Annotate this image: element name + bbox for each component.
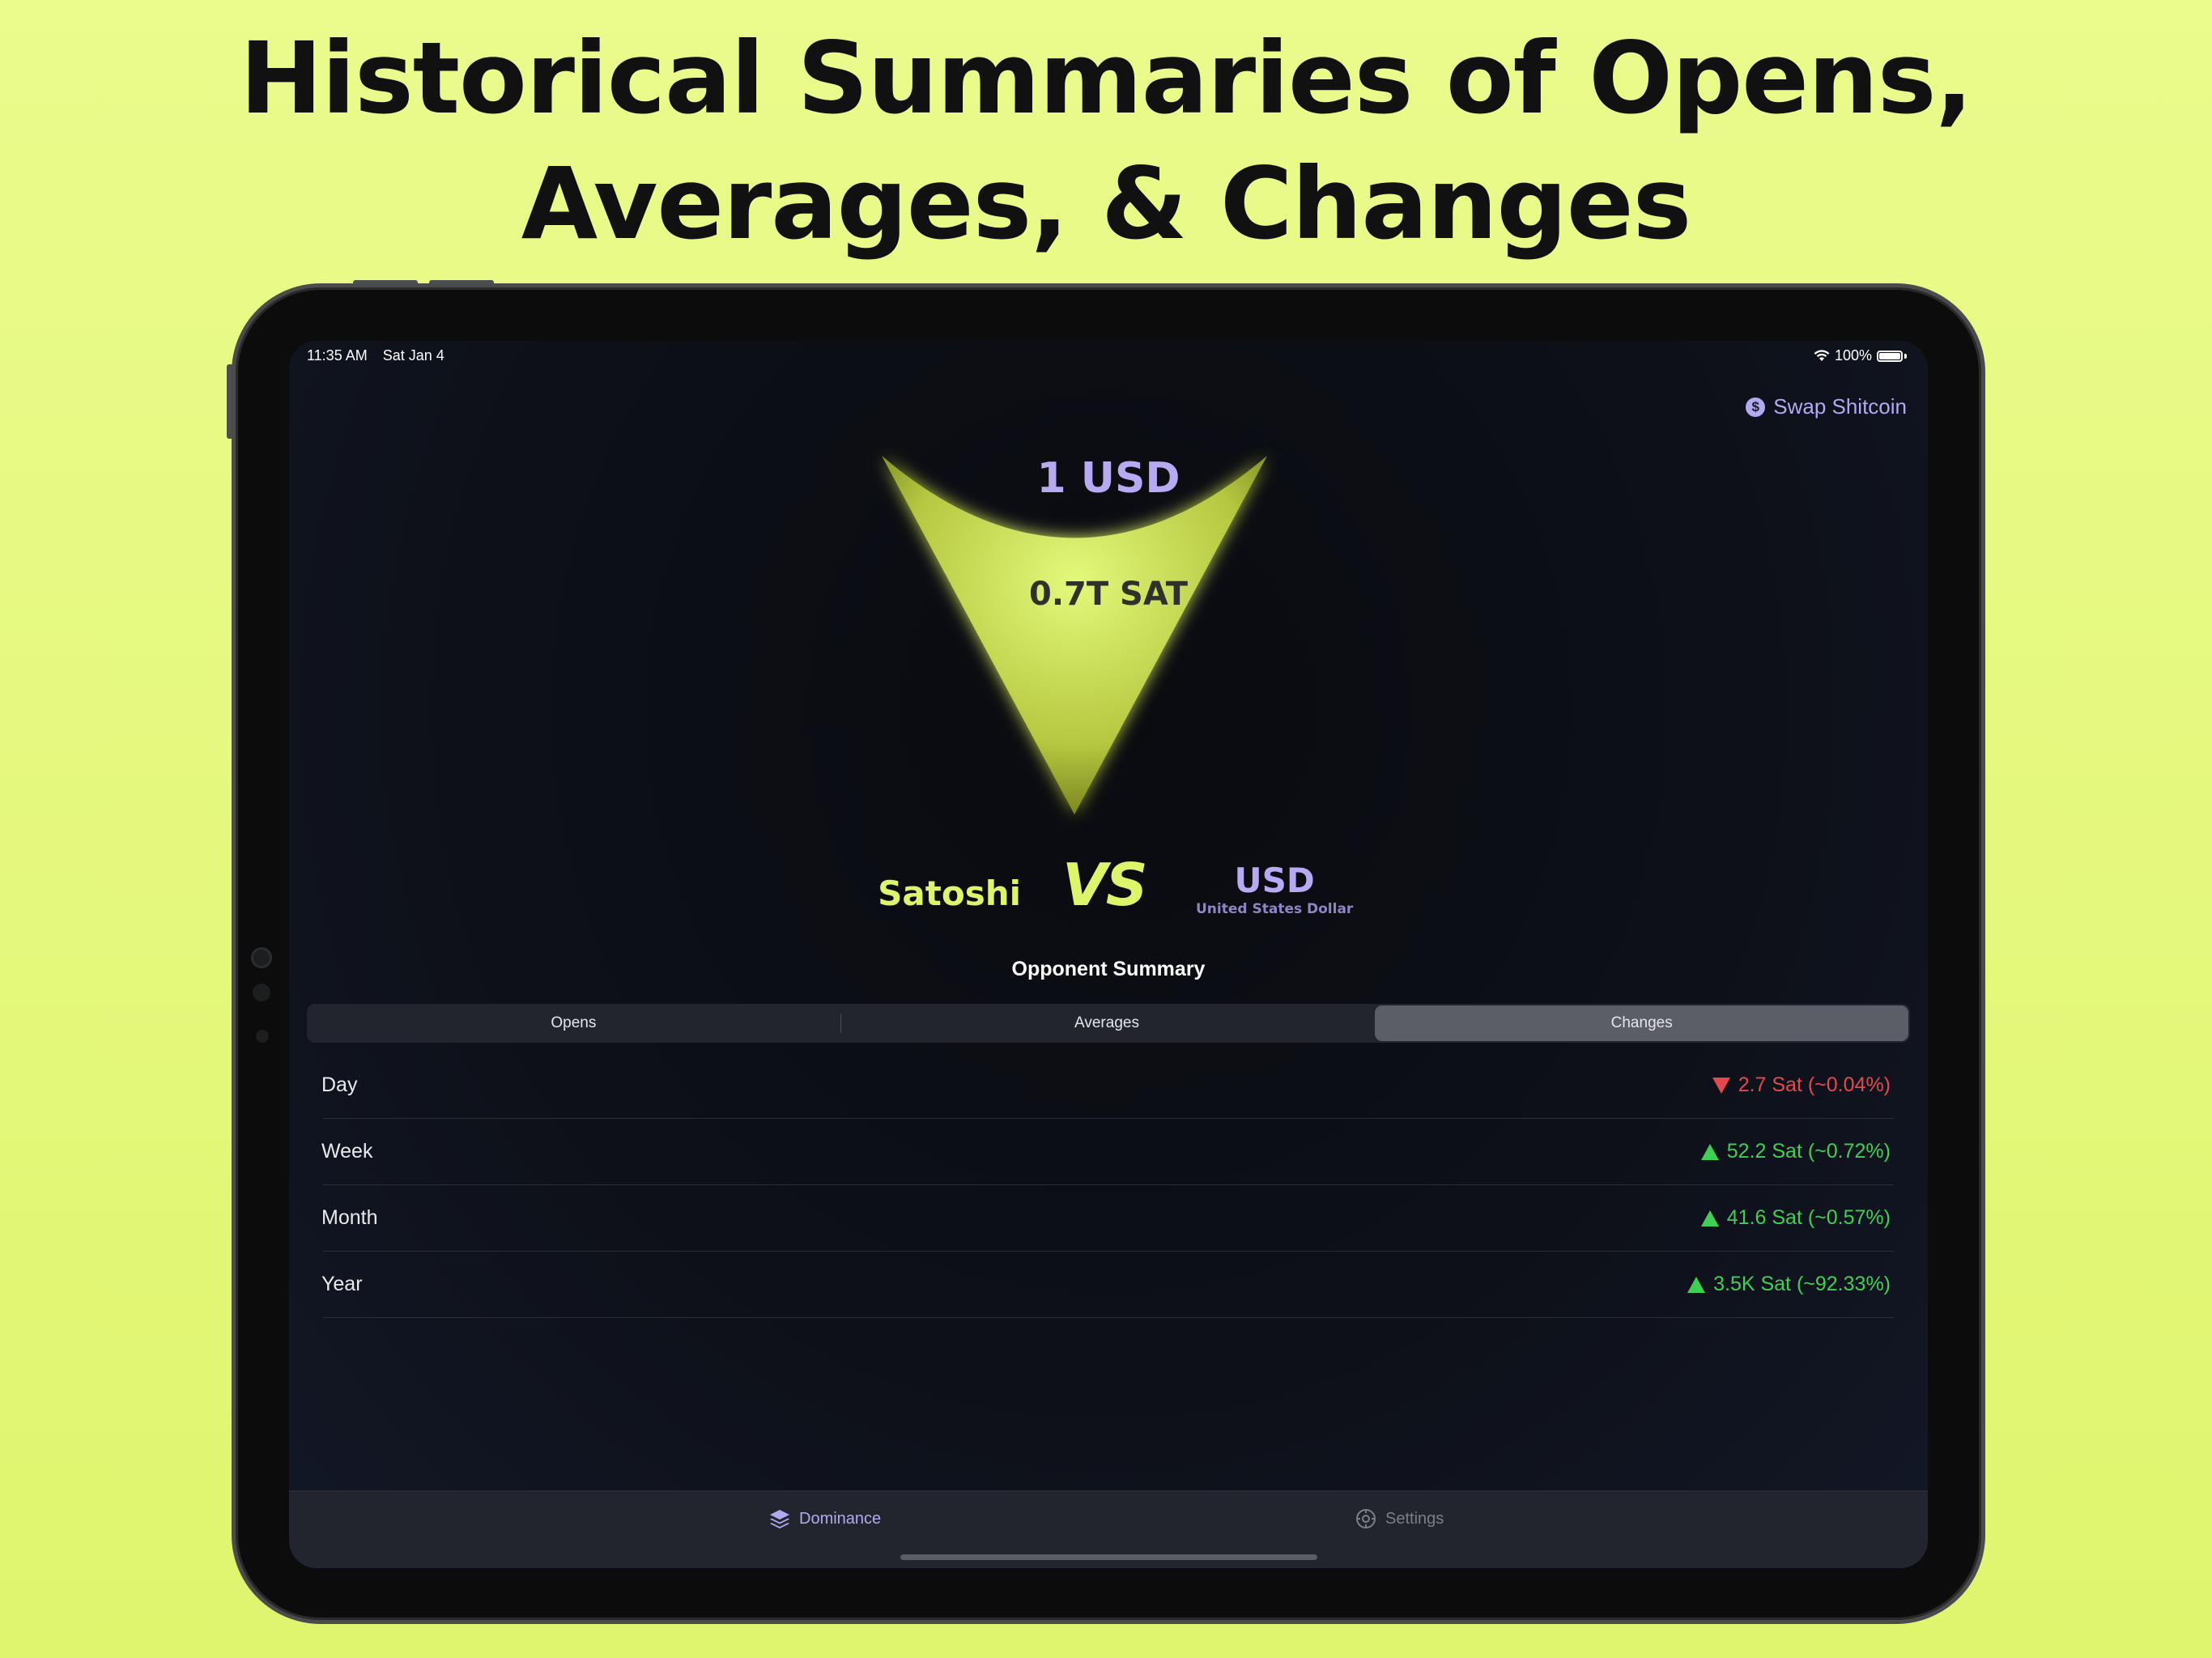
tab-settings-label: Settings (1385, 1509, 1444, 1528)
gear-icon (1356, 1509, 1376, 1528)
battery-percent: 100% (1834, 347, 1872, 363)
hero-top-value: 1 USD (1036, 454, 1180, 503)
tab-changes[interactable]: Changes (1375, 1005, 1909, 1041)
tab-settings[interactable]: Settings (1355, 1507, 1444, 1530)
matchup-right-name: United States Dollar (1196, 901, 1354, 917)
row-value: 52.2 Sat (~0.72%) (1700, 1140, 1891, 1163)
swap-icon: $ (1746, 397, 1766, 417)
tab-bar: Dominance Settings (289, 1490, 1928, 1568)
summary-segmented-control: Opens Averages Changes (307, 1004, 1910, 1043)
tab-dominance[interactable]: Dominance (768, 1507, 881, 1530)
row-value-text: 2.7 Sat (~0.04%) (1738, 1073, 1891, 1096)
arrow-up-icon (1687, 1276, 1706, 1293)
row-label: Month (321, 1206, 378, 1229)
battery-icon (1877, 350, 1903, 362)
arrow-up-icon (1700, 1143, 1719, 1160)
row-value-text: 41.6 Sat (~0.57%) (1726, 1206, 1891, 1229)
status-time: 11:35 AM (307, 347, 368, 363)
row-label: Day (321, 1073, 358, 1096)
status-bar-right: 100% (1814, 347, 1907, 364)
changes-list: Day 2.7 Sat (~0.04%) Week 52.2 Sat (~0.7… (321, 1052, 1894, 1318)
headline-line-1: Historical Summaries of Opens, (240, 21, 1973, 136)
tab-opens[interactable]: Opens (307, 1004, 840, 1043)
camera-dot (251, 947, 272, 968)
swap-label: Swap Shitcoin (1773, 394, 1907, 419)
status-date: Sat Jan 4 (382, 347, 445, 363)
row-value: 3.5K Sat (~92.33%) (1687, 1273, 1891, 1296)
row-value: 2.7 Sat (~0.04%) (1712, 1073, 1891, 1097)
matchup-right: USD United States Dollar (1196, 861, 1353, 917)
dominance-v-shape (882, 456, 1267, 814)
arrow-down-icon (1712, 1077, 1730, 1094)
promo-headline: Historical Summaries of Opens, Averages,… (0, 16, 2212, 267)
headline-line-2: Averages, & Changes (521, 147, 1691, 261)
battery-tip (1904, 353, 1907, 359)
wifi-icon (1814, 350, 1830, 361)
list-item: Week 52.2 Sat (~0.72%) (321, 1119, 1894, 1185)
matchup-left-label: Satoshi (878, 874, 1021, 913)
summary-title: Opponent Summary (1011, 958, 1206, 980)
app-screen: 11:35 AM Sat Jan 4 100% $ Swap Shitcoin (289, 341, 1928, 1568)
tab-dominance-label: Dominance (799, 1509, 882, 1528)
sensor-dot (253, 984, 270, 1001)
matchup-row: Satoshi VS USD United States Dollar (289, 851, 1928, 940)
tab-averages[interactable]: Averages (840, 1004, 1374, 1043)
list-item: Month 41.6 Sat (~0.57%) (321, 1185, 1894, 1252)
swap-shitcoin-button[interactable]: $ Swap Shitcoin (1746, 394, 1907, 419)
status-bar-left: 11:35 AM Sat Jan 4 (307, 347, 445, 364)
arrow-up-icon (1700, 1209, 1719, 1226)
row-value-text: 3.5K Sat (~92.33%) (1713, 1273, 1891, 1295)
list-item: Day 2.7 Sat (~0.04%) (321, 1052, 1894, 1119)
hero-bottom-value: 0.7T SAT (1028, 576, 1188, 613)
list-item: Year 3.5K Sat (~92.33%) (321, 1252, 1894, 1318)
sensor-dot (256, 1030, 269, 1043)
row-value: 41.6 Sat (~0.57%) (1700, 1206, 1891, 1230)
matchup-right-code: USD (1234, 861, 1315, 900)
row-label: Year (321, 1273, 363, 1295)
layers-icon (770, 1510, 789, 1528)
home-indicator[interactable] (900, 1554, 1317, 1560)
vs-label: VS (1062, 851, 1148, 919)
row-value-text: 52.2 Sat (~0.72%) (1726, 1140, 1891, 1163)
row-label: Week (321, 1140, 373, 1163)
